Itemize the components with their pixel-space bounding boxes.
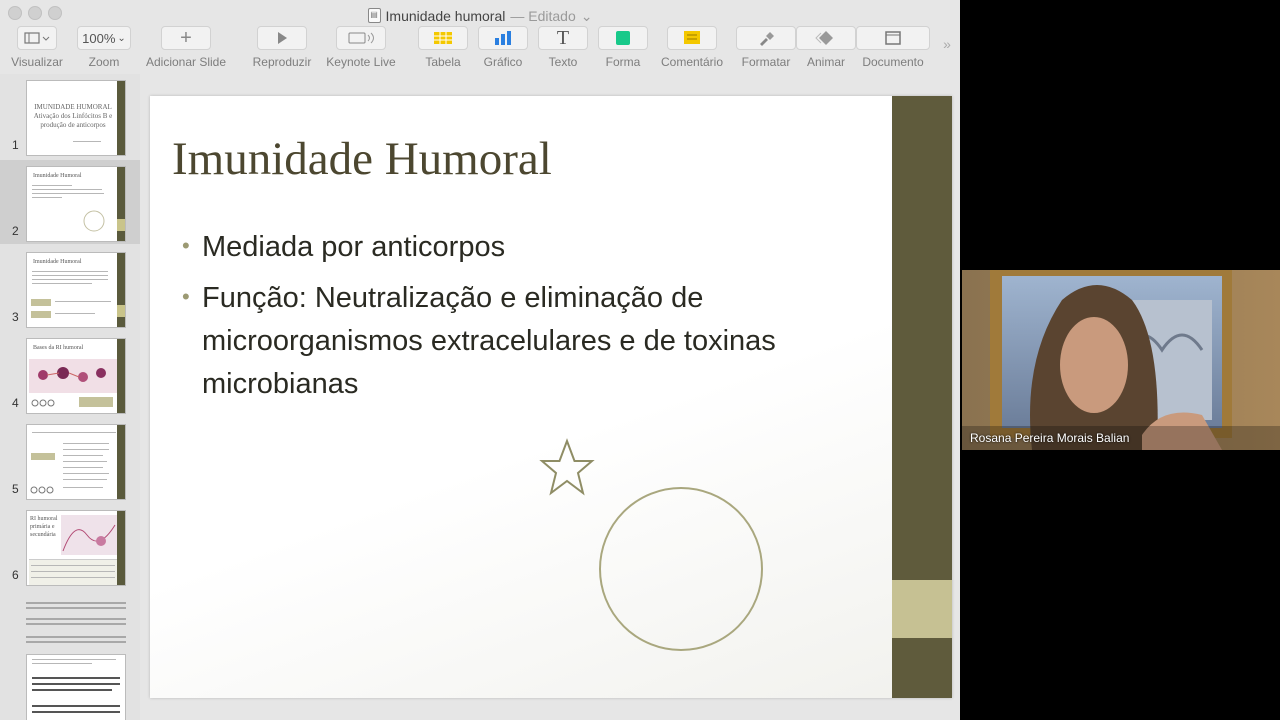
more-icon: » [943, 36, 951, 52]
zoom-value: 100% [82, 30, 116, 46]
text-button[interactable]: T Texto [538, 26, 588, 69]
animate-button[interactable]: Animar [796, 26, 856, 69]
slide-thumbnail-6[interactable]: 6 RI humoral primária e secundária [0, 504, 140, 588]
keynote-window: ▤ Imunidade humoral — Editado ⌄ Visualiz… [0, 0, 960, 720]
play-button[interactable]: Reproduzir [250, 26, 314, 69]
slide-number: 5 [12, 482, 19, 496]
play-label: Reproduzir [252, 55, 312, 69]
keynote-document-icon: ▤ [367, 8, 381, 23]
zoom-button[interactable]: 100% ⌄ Zoom [74, 26, 134, 69]
collapsed-slide-line [26, 607, 126, 609]
comment-button[interactable]: Comentário [656, 26, 728, 69]
title-bar: ▤ Imunidade humoral — Editado ⌄ [0, 0, 960, 24]
slide-thumbnail-partial[interactable] [26, 654, 126, 720]
view-label: Visualizar [11, 55, 63, 69]
slide-preview-title: RI humoral primária e secundária [30, 516, 58, 538]
slide-canvas[interactable]: Imunidade Humoral • Mediada por anticorpo… [150, 96, 952, 698]
animate-icon [796, 26, 856, 50]
zoom-window-button[interactable] [48, 6, 62, 20]
collapsed-slide-group[interactable] [26, 602, 126, 604]
chevron-down-icon: ⌄ [117, 32, 126, 44]
slide-number: 1 [12, 138, 19, 152]
chart-icon [478, 26, 528, 50]
document-label: Documento [862, 55, 924, 69]
close-window-button[interactable] [8, 6, 22, 20]
table-icon [418, 26, 468, 50]
format-label: Formatar [741, 55, 791, 69]
document-icon [856, 26, 930, 50]
sidebar-view-icon [17, 26, 57, 50]
circle-shape[interactable] [599, 487, 763, 651]
slide-thumbnail-2[interactable]: 2 Imunidade Humoral [0, 160, 140, 244]
slide-thumbnail-3[interactable]: 3 Imunidade Humoral [0, 246, 140, 330]
slide-preview-title: Imunidade Humoral [33, 173, 82, 179]
slide-thumbnail-1[interactable]: 1 IMUNIDADE HUMORAL Ativação dos Linfóci… [0, 74, 140, 158]
plus-icon: + [161, 26, 211, 50]
slide-preview: RI humoral primária e secundária [26, 510, 126, 586]
slide-preview: Bases da RI humoral [26, 338, 126, 414]
table-button[interactable]: Tabela [418, 26, 468, 69]
slide-preview-title: IMUNIDADE HUMORAL Ativação dos Linfócito… [33, 103, 113, 129]
collapsed-slide-group[interactable] [26, 618, 126, 620]
table-label: Tabela [425, 55, 461, 69]
add-slide-button[interactable]: + Adicionar Slide [142, 26, 230, 69]
text-label: Texto [548, 55, 578, 69]
slide-preview: Imunidade Humoral [26, 166, 126, 242]
slide-preview: IMUNIDADE HUMORAL Ativação dos Linfócito… [26, 80, 126, 156]
slide-preview [26, 424, 126, 500]
chart-label: Gráfico [483, 55, 523, 69]
text-icon: T [538, 26, 588, 50]
slide-preview-title: Imunidade Humoral [33, 259, 82, 265]
zoom-label: Zoom [88, 55, 120, 69]
collapsed-slide-line [26, 641, 126, 643]
slide-thumbnail-5[interactable]: 5 [0, 418, 140, 502]
animate-label: Animar [806, 55, 845, 69]
slide-thumbnail-4[interactable]: 4 Bases da RI humoral [0, 332, 140, 416]
play-icon [257, 26, 307, 50]
slide-shapes [539, 438, 763, 651]
add-slide-label: Adicionar Slide [145, 55, 227, 69]
minimize-window-button[interactable] [28, 6, 42, 20]
toolbar: Visualizar 100% ⌄ Zoom + Adicionar Slide … [0, 24, 960, 74]
participant-video[interactable]: Rosana Pereira Morais Balian [962, 270, 1280, 450]
slide-number: 4 [12, 396, 19, 410]
star-shape[interactable] [539, 438, 595, 496]
comment-icon [667, 26, 717, 50]
keynote-live-icon [336, 26, 386, 50]
slide-preview-title: Bases da RI humoral [33, 345, 84, 351]
slide-number: 6 [12, 568, 19, 582]
collapsed-slide-group[interactable] [26, 636, 126, 638]
format-button[interactable]: Formatar [736, 26, 796, 69]
comment-label: Comentário [660, 55, 724, 69]
slide-number: 2 [12, 224, 19, 238]
collapsed-slide-line [26, 623, 126, 625]
toolbar-overflow-button[interactable]: » [938, 36, 956, 52]
keynote-live-label: Keynote Live [326, 55, 396, 69]
document-button[interactable]: Documento [856, 26, 930, 69]
chart-button[interactable]: Gráfico [478, 26, 528, 69]
participant-video-feed [962, 270, 1280, 450]
slide-navigator: 1 IMUNIDADE HUMORAL Ativação dos Linfóci… [0, 74, 140, 720]
paintbrush-icon [736, 26, 796, 50]
shape-icon [598, 26, 648, 50]
slide-number: 3 [12, 310, 19, 324]
slide-preview: Imunidade Humoral [26, 252, 126, 328]
keynote-live-button[interactable]: Keynote Live [322, 26, 400, 69]
view-button[interactable]: Visualizar [8, 26, 66, 69]
shape-button[interactable]: Forma [598, 26, 648, 69]
shape-label: Forma [605, 55, 641, 69]
participant-name: Rosana Pereira Morais Balian [970, 431, 1130, 445]
